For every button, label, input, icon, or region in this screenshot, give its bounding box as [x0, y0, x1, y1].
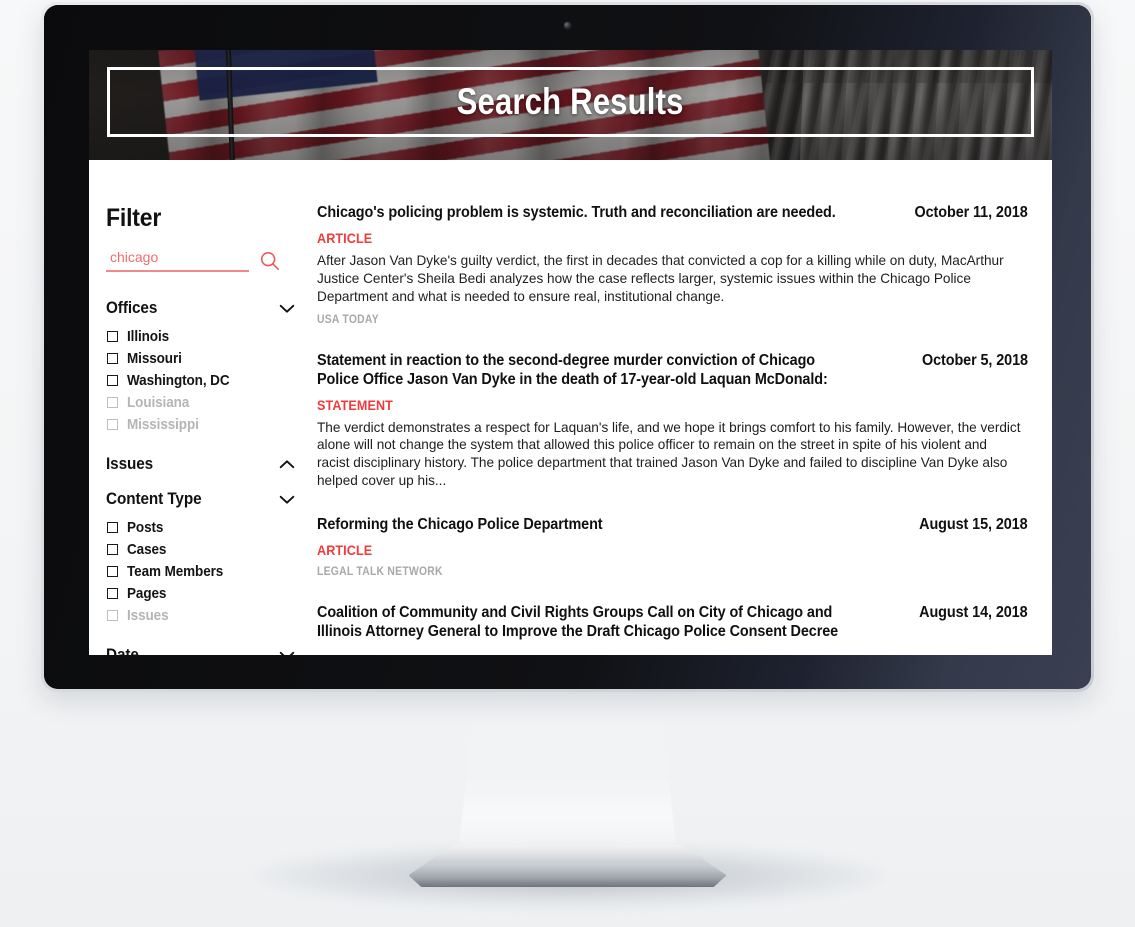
- monitor-stand-neck-highlight: [458, 690, 677, 850]
- facet-offices: Offices Illinois Missouri Washington, DC…: [106, 292, 317, 444]
- monitor-screen: Search Results Filter chicago Offices Il…: [44, 5, 1091, 689]
- checkbox-option-illinois[interactable]: Illinois: [107, 325, 317, 347]
- result-source: USA TODAY: [317, 313, 379, 326]
- checkbox-option-missouri[interactable]: Missouri: [107, 347, 317, 369]
- checkbox-option-mississippi: Mississippi: [107, 413, 317, 435]
- facet-offices-options: Illinois Missouri Washington, DC Louisia…: [106, 323, 317, 444]
- option-label: Issues: [127, 606, 169, 624]
- result-type-badge: ARTICLE: [317, 229, 373, 246]
- checkbox-icon[interactable]: [107, 565, 118, 577]
- monitor-stand-base-highlight: [408, 845, 727, 887]
- checkbox-option-washington-dc[interactable]: Washington, DC: [107, 369, 317, 391]
- facet-issues: Issues: [106, 448, 317, 479]
- chevron-down-icon[interactable]: [278, 650, 296, 656]
- result-title[interactable]: Reforming the Chicago Police Department: [317, 516, 857, 535]
- search-result-item[interactable]: Coalition of Community and Civil Rights …: [317, 604, 1028, 642]
- facet-issues-title: Issues: [106, 454, 154, 473]
- filter-heading: Filter: [106, 204, 162, 232]
- checkbox-icon[interactable]: [107, 521, 118, 533]
- chevron-down-icon[interactable]: [278, 303, 296, 314]
- result-date: August 14, 2018: [919, 604, 1028, 622]
- option-label: Missouri: [127, 349, 182, 367]
- result-date: October 11, 2018: [914, 204, 1028, 221]
- page-body: Filter Offices: [89, 160, 1052, 655]
- result-header: Statement in reaction to the second-degr…: [317, 352, 1028, 390]
- result-source: LEGAL TALK NETWORK: [317, 566, 443, 579]
- search-button[interactable]: [255, 246, 285, 276]
- checkbox-option-louisiana: Louisiana: [107, 391, 317, 413]
- checkbox-icon[interactable]: [107, 352, 118, 364]
- checkbox-icon[interactable]: [107, 543, 118, 555]
- page-title: Search Results: [457, 81, 684, 122]
- browser-viewport: Search Results Filter chicago Offices Il…: [89, 50, 1052, 655]
- checkbox-icon[interactable]: [107, 587, 118, 599]
- result-type-badge: STATEMENT: [317, 396, 393, 413]
- result-header: Chicago's policing problem is systemic. …: [317, 204, 1028, 223]
- option-label: Illinois: [127, 327, 170, 345]
- result-title[interactable]: Coalition of Community and Civil Rights …: [317, 604, 857, 642]
- search-result-item[interactable]: Statement in reaction to the second-degr…: [317, 352, 1028, 491]
- result-date: August 15, 2018: [919, 516, 1028, 534]
- checkbox-option-pages[interactable]: Pages: [107, 582, 317, 604]
- search-result-item[interactable]: Chicago's policing problem is systemic. …: [317, 204, 1028, 326]
- checkbox-icon: [107, 418, 118, 430]
- monitor-frame: Search Results Filter chicago Offices Il…: [41, 2, 1094, 692]
- search-icon: [260, 251, 280, 271]
- result-title[interactable]: Chicago's policing problem is systemic. …: [317, 204, 852, 223]
- facet-content-type-title: Content Type: [106, 489, 202, 508]
- checkbox-option-posts[interactable]: Posts: [107, 516, 317, 538]
- filter-sidebar: Filter Offices: [89, 204, 317, 655]
- checkbox-option-team-members[interactable]: Team Members: [107, 560, 317, 582]
- facet-date: Date Start Date: [106, 639, 317, 655]
- facet-content-type-options: Posts Cases Team Members Pages Issues: [106, 514, 317, 635]
- checkbox-icon: [107, 396, 118, 408]
- checkbox-icon[interactable]: [107, 330, 118, 342]
- facet-offices-header[interactable]: Offices: [106, 292, 296, 323]
- result-description: After Jason Van Dyke's guilty verdict, t…: [317, 252, 1004, 304]
- option-label: Posts: [127, 518, 164, 536]
- facet-issues-header[interactable]: Issues: [106, 448, 296, 479]
- result-description: The verdict demonstrates a respect for L…: [317, 419, 1021, 489]
- facet-content-type: Content Type Posts Cases Team Members Pa…: [106, 483, 317, 635]
- hero-title-frame: Search Results: [107, 67, 1034, 137]
- facet-date-header[interactable]: Date: [106, 639, 296, 655]
- search-results-list: Chicago's policing problem is systemic. …: [317, 204, 1052, 655]
- facet-content-type-header[interactable]: Content Type: [106, 483, 296, 514]
- result-title[interactable]: Statement in reaction to the second-degr…: [317, 352, 859, 390]
- result-date: October 5, 2018: [922, 351, 1028, 369]
- option-label: Washington, DC: [127, 371, 230, 389]
- option-label: Pages: [127, 584, 167, 602]
- result-header: Coalition of Community and Civil Rights …: [317, 604, 1028, 642]
- search-result-item[interactable]: Reforming the Chicago Police Department …: [317, 516, 1028, 578]
- result-type-badge: ARTICLE: [317, 542, 373, 559]
- option-label: Mississippi: [127, 415, 199, 433]
- option-label: Team Members: [127, 562, 224, 580]
- hero-banner: Search Results: [89, 50, 1052, 160]
- option-label: Cases: [127, 540, 167, 558]
- result-header: Reforming the Chicago Police Department …: [317, 516, 1028, 535]
- chevron-up-icon[interactable]: [278, 459, 296, 470]
- search-row: [106, 246, 317, 272]
- chevron-down-icon[interactable]: [278, 494, 296, 505]
- checkbox-icon: [107, 609, 118, 621]
- checkbox-icon[interactable]: [107, 374, 118, 386]
- checkbox-option-issues: Issues: [107, 604, 317, 626]
- facet-offices-title: Offices: [106, 298, 158, 317]
- option-label: Louisiana: [127, 393, 190, 411]
- facet-date-title: Date: [106, 645, 139, 655]
- checkbox-option-cases[interactable]: Cases: [107, 538, 317, 560]
- webcam-icon: [564, 22, 571, 29]
- search-input[interactable]: [106, 249, 249, 272]
